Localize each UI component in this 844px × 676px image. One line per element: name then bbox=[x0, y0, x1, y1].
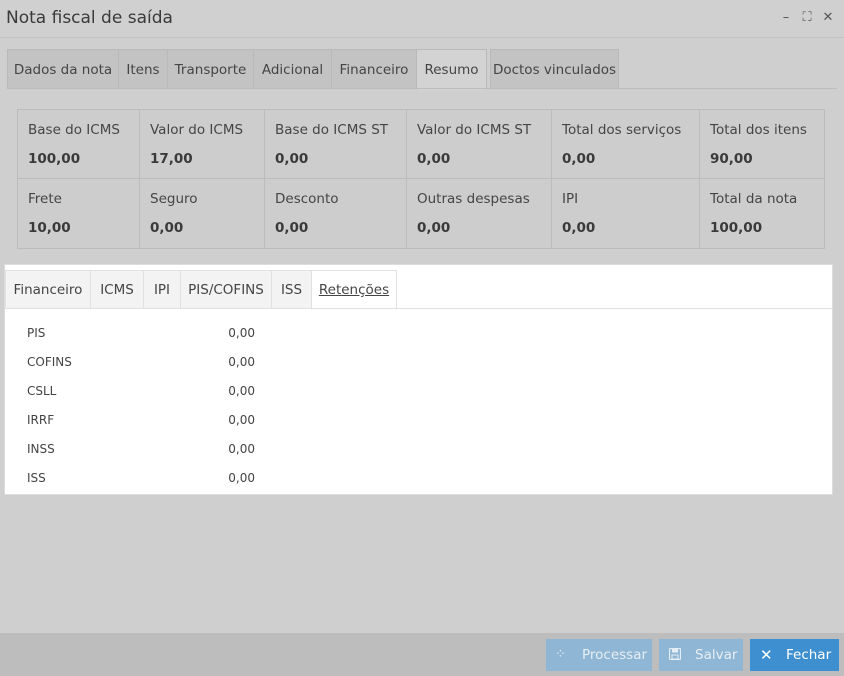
salvar-button[interactable]: Salvar bbox=[659, 639, 743, 671]
fechar-button[interactable]: ✕ Fechar bbox=[750, 639, 839, 671]
summary-cell-base-icms: Base do ICMS 100,00 bbox=[17, 109, 140, 179]
list-item: ISS 0,00 bbox=[27, 471, 267, 489]
summary-cell-total-nota: Total da nota 100,00 bbox=[699, 178, 825, 249]
tab-divider bbox=[7, 88, 837, 89]
summary-value: 0,00 bbox=[417, 151, 451, 167]
summary-cell-base-icms-st: Base do ICMS ST 0,00 bbox=[264, 109, 407, 179]
retencao-label: IRRF bbox=[27, 413, 55, 427]
summary-label: Total da nota bbox=[710, 191, 798, 207]
retencao-label: INSS bbox=[27, 442, 55, 456]
retencao-value: 0,00 bbox=[228, 384, 255, 398]
subtab-divider bbox=[5, 308, 832, 309]
summary-cell-frete: Frete 10,00 bbox=[17, 178, 140, 249]
close-icon[interactable]: ✕ bbox=[820, 9, 836, 27]
summary-label: Outras despesas bbox=[417, 191, 530, 207]
subtab-financeiro[interactable]: Financeiro bbox=[5, 270, 91, 309]
summary-value: 0,00 bbox=[275, 220, 309, 236]
fechar-label: Fechar bbox=[786, 647, 832, 663]
minimize-icon[interactable]: – bbox=[778, 9, 794, 27]
summary-cell-ipi: IPI 0,00 bbox=[551, 178, 700, 249]
footer-bar: ⁘ Processar Salvar ✕ Fechar bbox=[0, 633, 844, 676]
summary-value: 100,00 bbox=[710, 220, 763, 236]
processar-button[interactable]: ⁘ Processar bbox=[546, 639, 652, 671]
summary-cell-valor-icms-st: Valor do ICMS ST 0,00 bbox=[406, 109, 552, 179]
subtab-retencoes[interactable]: Retenções bbox=[311, 270, 397, 310]
summary-cell-total-servicos: Total dos serviços 0,00 bbox=[551, 109, 700, 179]
summary-value: 17,00 bbox=[150, 151, 193, 167]
retencao-label: COFINS bbox=[27, 355, 72, 369]
list-item: IRRF 0,00 bbox=[27, 413, 267, 431]
summary-label: Desconto bbox=[275, 191, 339, 207]
retencao-value: 0,00 bbox=[228, 413, 255, 427]
list-item: PIS 0,00 bbox=[27, 326, 267, 344]
summary-value: 90,00 bbox=[710, 151, 753, 167]
retencao-value: 0,00 bbox=[228, 471, 255, 485]
summary-cell-desconto: Desconto 0,00 bbox=[264, 178, 407, 249]
tab-dados-da-nota[interactable]: Dados da nota bbox=[7, 49, 119, 89]
tab-resumo[interactable]: Resumo bbox=[416, 49, 487, 90]
retencao-value: 0,00 bbox=[228, 442, 255, 456]
summary-value: 100,00 bbox=[28, 151, 81, 167]
retencao-value: 0,00 bbox=[228, 326, 255, 340]
processar-label: Processar bbox=[582, 647, 648, 663]
list-item: CSLL 0,00 bbox=[27, 384, 267, 402]
summary-label: Seguro bbox=[150, 191, 198, 207]
summary-value: 0,00 bbox=[417, 220, 451, 236]
subtab-ipi[interactable]: IPI bbox=[143, 270, 181, 309]
tab-adicional[interactable]: Adicional bbox=[253, 49, 332, 89]
list-item: INSS 0,00 bbox=[27, 442, 267, 460]
subtab-pis-cofins[interactable]: PIS/COFINS bbox=[180, 270, 272, 309]
summary-grid: Base do ICMS 100,00 Valor do ICMS 17,00 … bbox=[17, 109, 825, 249]
summary-cell-total-itens: Total dos itens 90,00 bbox=[699, 109, 825, 179]
list-item: COFINS 0,00 bbox=[27, 355, 267, 373]
save-icon bbox=[668, 639, 682, 671]
summary-value: 0,00 bbox=[562, 151, 596, 167]
summary-value: 0,00 bbox=[275, 151, 309, 167]
summary-value: 10,00 bbox=[28, 220, 71, 236]
salvar-label: Salvar bbox=[695, 647, 738, 663]
retencao-value: 0,00 bbox=[228, 355, 255, 369]
summary-value: 0,00 bbox=[562, 220, 596, 236]
summary-label: Total dos itens bbox=[710, 122, 807, 138]
tab-transporte[interactable]: Transporte bbox=[167, 49, 254, 89]
summary-value: 0,00 bbox=[150, 220, 184, 236]
summary-label: IPI bbox=[562, 191, 579, 207]
subtab-iss[interactable]: ISS bbox=[271, 270, 312, 309]
spinner-icon: ⁘ bbox=[555, 647, 566, 662]
window-titlebar: Nota fiscal de saída – ⛶ ✕ bbox=[0, 0, 844, 38]
summary-label: Valor do ICMS bbox=[150, 122, 244, 138]
tab-financeiro[interactable]: Financeiro bbox=[331, 49, 417, 89]
summary-label: Total dos serviços bbox=[562, 122, 682, 138]
summary-label: Valor do ICMS ST bbox=[417, 122, 532, 138]
tab-itens[interactable]: Itens bbox=[118, 49, 168, 89]
close-icon: ✕ bbox=[760, 646, 773, 664]
retencao-label: PIS bbox=[27, 326, 46, 340]
retencao-label: ISS bbox=[27, 471, 46, 485]
summary-label: Base do ICMS ST bbox=[275, 122, 389, 138]
window-title: Nota fiscal de saída bbox=[6, 8, 173, 28]
detail-panel: Financeiro ICMS IPI PIS/COFINS ISS Reten… bbox=[4, 264, 833, 495]
subtab-icms[interactable]: ICMS bbox=[90, 270, 144, 309]
maximize-icon[interactable]: ⛶ bbox=[799, 9, 815, 27]
summary-cell-valor-icms: Valor do ICMS 17,00 bbox=[139, 109, 265, 179]
retencao-label: CSLL bbox=[27, 384, 57, 398]
summary-label: Base do ICMS bbox=[28, 122, 120, 138]
summary-label: Frete bbox=[28, 191, 62, 207]
summary-cell-seguro: Seguro 0,00 bbox=[139, 178, 265, 249]
summary-cell-outras-despesas: Outras despesas 0,00 bbox=[406, 178, 552, 249]
tab-doctos-vinculados[interactable]: Doctos vinculados bbox=[490, 49, 619, 89]
